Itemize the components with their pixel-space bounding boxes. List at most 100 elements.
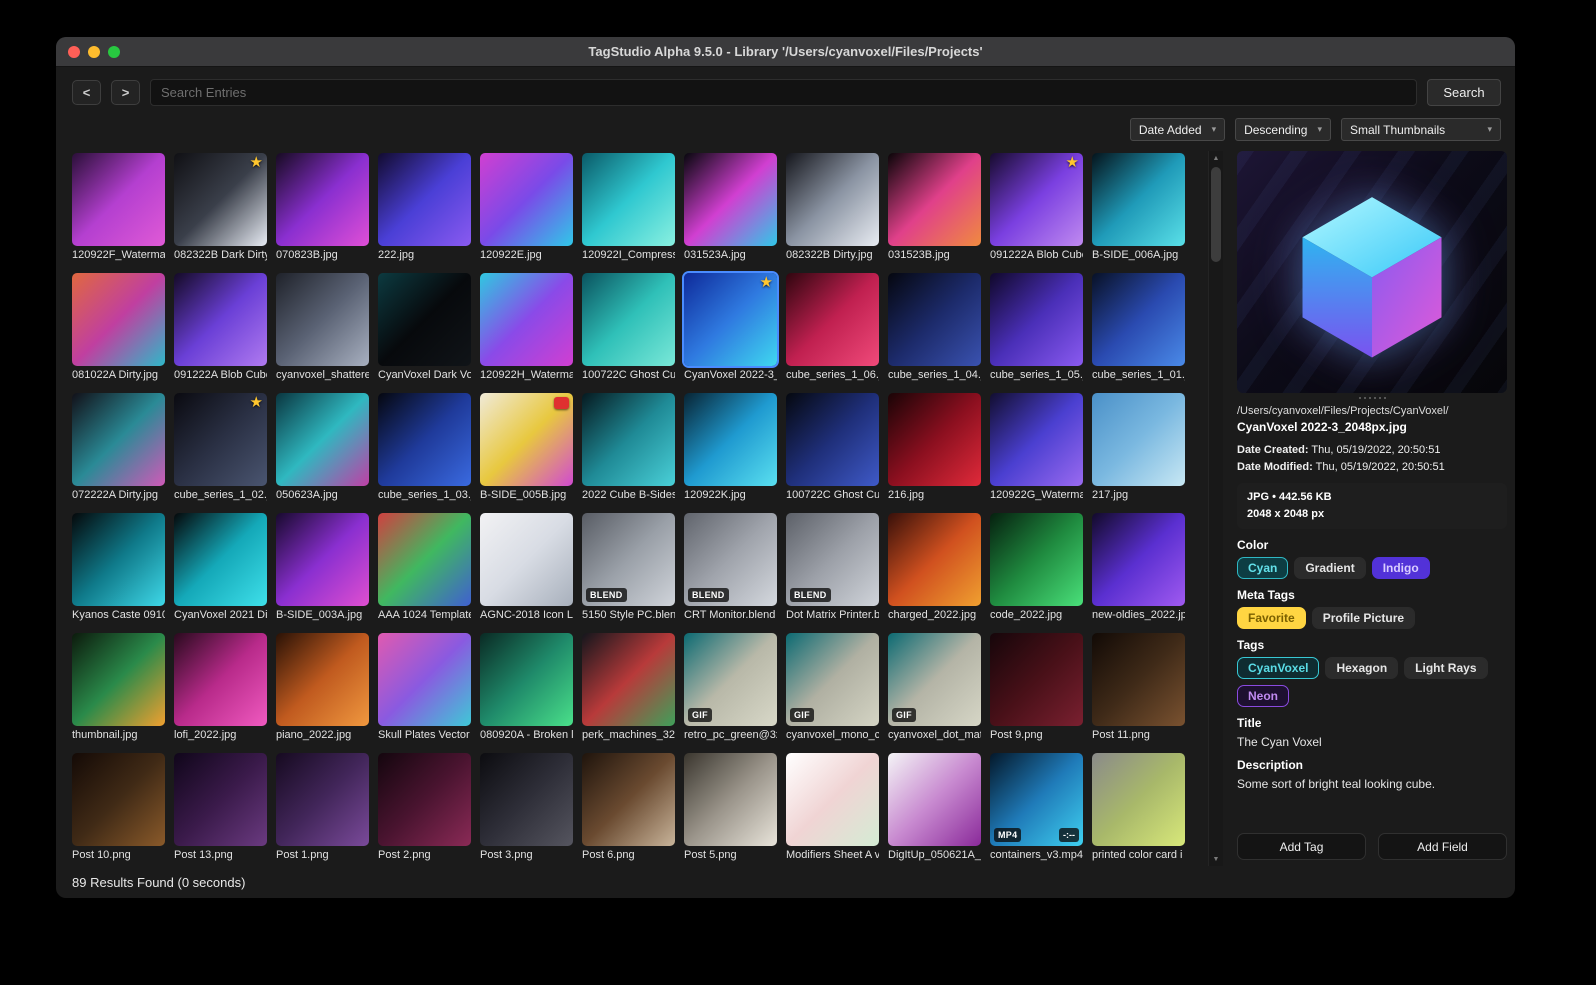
scrollbar-track[interactable] (1209, 165, 1223, 852)
grid-item[interactable]: cube_series_1_03.j (378, 393, 471, 501)
thumbnail[interactable]: ★ (174, 153, 267, 246)
thumbnail[interactable] (888, 513, 981, 606)
thumbnail[interactable] (990, 393, 1083, 486)
thumbnail[interactable] (72, 633, 165, 726)
thumbnail[interactable] (378, 393, 471, 486)
thumbnail[interactable] (582, 273, 675, 366)
grid-item[interactable]: 031523A.jpg (684, 153, 777, 261)
panel-resize-handle[interactable] (1237, 393, 1507, 402)
thumbnail[interactable] (1092, 753, 1185, 846)
grid-item[interactable]: 216.jpg (888, 393, 981, 501)
grid-item[interactable]: AAA 1024 Template (378, 513, 471, 621)
grid-item[interactable]: B-SIDE_006A.jpg (1092, 153, 1185, 261)
thumbnail[interactable] (990, 513, 1083, 606)
zoom-window-icon[interactable] (108, 46, 120, 58)
thumbnail[interactable] (378, 753, 471, 846)
grid-item[interactable]: cube_series_1_06.j (786, 273, 879, 381)
grid-item[interactable]: Post 10.png (72, 753, 165, 861)
grid-item[interactable]: Post 1.png (276, 753, 369, 861)
grid-item[interactable]: 217.jpg (1092, 393, 1185, 501)
grid-item[interactable]: GIF retro_pc_green@3x (684, 633, 777, 741)
grid-item[interactable]: 100722C Ghost Cub (786, 393, 879, 501)
sort-by-dropdown[interactable]: Date Added ▾ (1129, 118, 1226, 141)
thumbnail[interactable] (276, 513, 369, 606)
thumbnail[interactable] (480, 633, 573, 726)
search-button[interactable]: Search (1427, 79, 1501, 106)
grid-item[interactable]: 072222A Dirty.jpg (72, 393, 165, 501)
thumbnail[interactable] (276, 273, 369, 366)
thumbnail[interactable] (480, 153, 573, 246)
thumbnail[interactable] (480, 513, 573, 606)
grid-item[interactable]: 100722C Ghost Cub (582, 273, 675, 381)
tag-pill[interactable]: Gradient (1294, 557, 1366, 580)
search-input[interactable] (150, 79, 1417, 106)
grid-item[interactable]: cube_series_1_05.j (990, 273, 1083, 381)
title-bar[interactable]: TagStudio Alpha 9.5.0 - Library '/Users/… (56, 37, 1515, 67)
thumbnail[interactable] (582, 393, 675, 486)
grid-item[interactable]: 080920A - Broken l (480, 633, 573, 741)
thumbnail[interactable]: ★ (684, 273, 777, 366)
preview-image[interactable] (1237, 151, 1507, 393)
grid-item[interactable]: BLEND CRT Monitor.blend (684, 513, 777, 621)
grid-item[interactable]: B-SIDE_003A.jpg (276, 513, 369, 621)
grid-item[interactable]: CyanVoxel Dark Vox (378, 273, 471, 381)
grid-item[interactable]: Modifiers Sheet A v (786, 753, 879, 861)
thumbnail[interactable]: BLEND (582, 513, 675, 606)
thumbnail[interactable] (378, 513, 471, 606)
grid-item[interactable]: 2022 Cube B-Sides (582, 393, 675, 501)
grid-item[interactable]: 120922K.jpg (684, 393, 777, 501)
grid-item[interactable]: piano_2022.jpg (276, 633, 369, 741)
thumbnail[interactable] (888, 393, 981, 486)
tag-pill[interactable]: Indigo (1371, 557, 1430, 580)
grid-item[interactable]: new-oldies_2022.jp (1092, 513, 1185, 621)
thumbnail[interactable] (72, 273, 165, 366)
thumbnail[interactable]: ★ (990, 153, 1083, 246)
thumbnail[interactable] (480, 753, 573, 846)
thumbnail[interactable] (1092, 153, 1185, 246)
grid-item[interactable]: code_2022.jpg (990, 513, 1083, 621)
grid-item[interactable]: ★ 082322B Dark Dirty (174, 153, 267, 261)
thumbnail[interactable] (582, 753, 675, 846)
grid-item[interactable]: 120922G_Waterma (990, 393, 1083, 501)
grid-item[interactable]: Post 2.png (378, 753, 471, 861)
grid-item[interactable]: GIF cyanvoxel_mono_cr (786, 633, 879, 741)
scroll-down-icon[interactable]: ▼ (1209, 852, 1223, 866)
grid-item[interactable]: AGNC-2018 Icon Lo (480, 513, 573, 621)
thumbnail[interactable] (684, 753, 777, 846)
thumbnail[interactable] (174, 513, 267, 606)
thumbnail[interactable] (684, 153, 777, 246)
tag-pill[interactable]: Neon (1237, 685, 1289, 708)
grid-item[interactable]: Skull Plates Vector (378, 633, 471, 741)
grid-item[interactable]: perk_machines_32 (582, 633, 675, 741)
grid-item[interactable]: ★ cube_series_1_02.j (174, 393, 267, 501)
forward-button[interactable]: > (111, 80, 140, 105)
thumbnail[interactable] (174, 273, 267, 366)
thumbnail[interactable] (276, 393, 369, 486)
thumbnail[interactable] (480, 273, 573, 366)
grid-item[interactable]: B-SIDE_005B.jpg (480, 393, 573, 501)
grid-item[interactable]: 120922F_Watermark (72, 153, 165, 261)
thumbnail[interactable] (888, 753, 981, 846)
add-tag-button[interactable]: Add Tag (1237, 833, 1366, 860)
thumbnail[interactable] (378, 273, 471, 366)
grid-item[interactable]: Post 11.png (1092, 633, 1185, 741)
thumbnail[interactable]: BLEND (786, 513, 879, 606)
thumbnail[interactable] (378, 153, 471, 246)
grid-item[interactable]: 031523B.jpg (888, 153, 981, 261)
thumbnail[interactable] (174, 753, 267, 846)
thumbnail[interactable] (276, 753, 369, 846)
thumbnail[interactable] (480, 393, 573, 486)
tag-pill[interactable]: Profile Picture (1311, 607, 1416, 630)
grid-item[interactable]: MP4 -:-- containers_v3.mp4 (990, 753, 1083, 861)
thumbnail[interactable] (990, 633, 1083, 726)
add-field-button[interactable]: Add Field (1378, 833, 1507, 860)
grid-item[interactable]: Post 13.png (174, 753, 267, 861)
grid-item[interactable]: 222.jpg (378, 153, 471, 261)
tag-pill[interactable]: Favorite (1237, 607, 1306, 630)
grid-item[interactable]: thumbnail.jpg (72, 633, 165, 741)
tag-pill[interactable]: Hexagon (1325, 657, 1399, 680)
tag-pill[interactable]: Cyan (1237, 557, 1289, 580)
thumbnail[interactable] (888, 153, 981, 246)
thumbnail[interactable] (72, 513, 165, 606)
scroll-up-icon[interactable]: ▲ (1209, 151, 1223, 165)
